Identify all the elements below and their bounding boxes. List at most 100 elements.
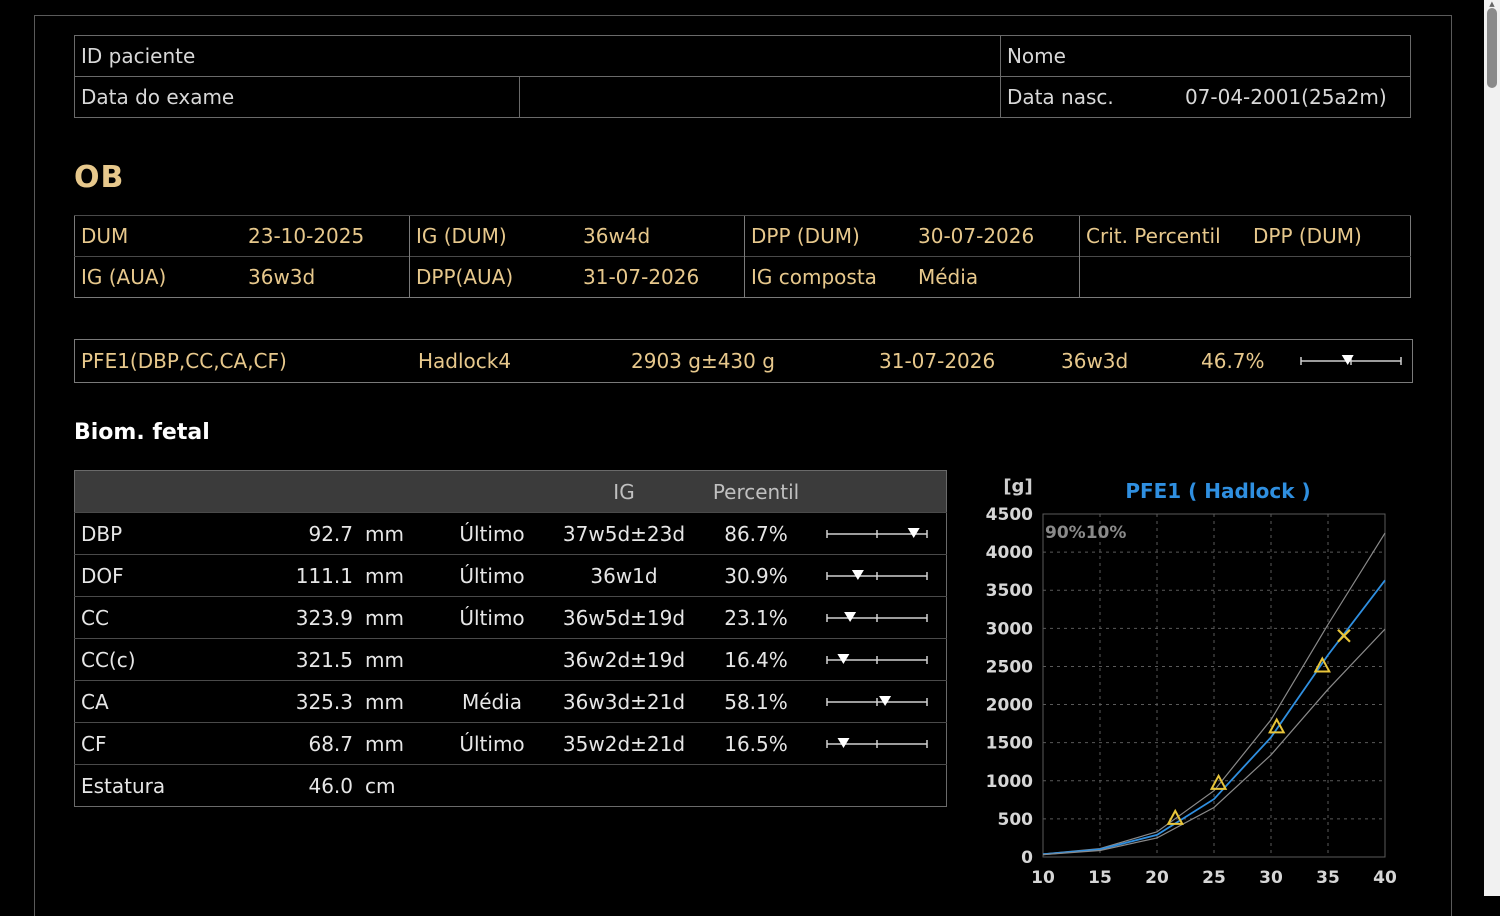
ob-table: DUM 23-10-2025 IG (DUM) 36w4d DPP (DUM) …	[74, 215, 1411, 298]
pfe-ga: 36w3d	[1061, 349, 1129, 373]
biom-title: Biom. fetal	[74, 420, 210, 445]
biom-percentil: 86.7%	[695, 512, 817, 555]
dpp-aua-value: 31-07-2026	[577, 256, 745, 298]
biom-unit: mm	[359, 596, 431, 639]
chart-xtick-label: 35	[1316, 868, 1340, 888]
pfe-percentile-bar	[1300, 355, 1402, 365]
biometry-table: IG Percentil DBP 92.7 mm Último 37w5d±23d 86.…	[74, 470, 947, 807]
chart-ytick-label: 1000	[986, 772, 1033, 792]
chart-point-triangle	[1166, 808, 1184, 825]
scroll-up-arrow-icon[interactable]: ▲	[1487, 0, 1497, 8]
percentile-marker	[837, 653, 850, 664]
biom-value: 111.1	[237, 554, 359, 597]
biom-percentil	[695, 764, 817, 807]
biom-unit: mm	[359, 554, 431, 597]
biom-method: Último	[431, 512, 553, 555]
biom-value: 68.7	[237, 722, 359, 765]
table-row: DBP 92.7 mm Último 37w5d±23d 86.7%	[74, 512, 947, 555]
col-header-percentil: Percentil	[695, 470, 817, 513]
table-row: CC(c) 321.5 mm 36w2d±19d 16.4%	[74, 638, 947, 681]
empty-cell	[1247, 256, 1411, 298]
biom-percentil: 30.9%	[695, 554, 817, 597]
ig-dum-value: 36w4d	[577, 215, 745, 257]
biom-name: CC(c)	[74, 638, 237, 681]
biom-percentil: 23.1%	[695, 596, 817, 639]
exam-date-value	[519, 76, 1001, 118]
table-row: CA 325.3 mm Média 36w3d±21d 58.1%	[74, 680, 947, 723]
patient-id-label: ID paciente	[74, 35, 1001, 77]
ig-dum-label: IG (DUM)	[409, 215, 577, 257]
biom-name: CA	[74, 680, 237, 723]
biom-method	[431, 638, 553, 681]
percentile-marker	[844, 611, 857, 622]
table-row: CC 323.9 mm Último 36w5d±19d 23.1%	[74, 596, 947, 639]
biom-percentile-bar-cell	[817, 722, 947, 765]
biom-ig	[553, 764, 695, 807]
chart-legend: 90%10%	[1045, 523, 1126, 543]
biom-value: 323.9	[237, 596, 359, 639]
biom-name: DBP	[74, 512, 237, 555]
biom-ig: 36w1d	[553, 554, 695, 597]
biom-percentil: 58.1%	[695, 680, 817, 723]
percentile-bar	[826, 653, 928, 664]
pfe-percentile: 46.7%	[1201, 349, 1265, 373]
ig-composta-label: IG composta	[744, 256, 912, 298]
percentile-marker	[1341, 355, 1354, 365]
percentile-marker	[907, 527, 920, 538]
biom-unit: mm	[359, 638, 431, 681]
chart-ytick-label: 3500	[986, 581, 1033, 601]
chart-ytick-label: 2500	[986, 657, 1033, 677]
percentile-bar	[826, 527, 928, 538]
chart-xtick-label: 10	[1031, 868, 1055, 888]
biom-value: 325.3	[237, 680, 359, 723]
pfe-date: 31-07-2026	[879, 349, 996, 373]
birth-date-label: Data nasc.	[999, 76, 1179, 118]
chart-xtick-label: 25	[1202, 868, 1226, 888]
scrollbar-thumb[interactable]	[1487, 8, 1497, 88]
pfe-label: PFE1(DBP,CC,CA,CF)	[81, 349, 287, 373]
biom-unit: mm	[359, 512, 431, 555]
pfe-weight: 2903 g±430 g	[631, 349, 775, 373]
biom-value: 46.0	[237, 764, 359, 807]
biom-value: 92.7	[237, 512, 359, 555]
biom-method	[431, 764, 553, 807]
birth-date-value: 07-04-2001(25a2m)	[1178, 76, 1411, 118]
chart-xtick-label: 15	[1088, 868, 1112, 888]
ig-aua-label: IG (AUA)	[74, 256, 242, 298]
ig-aua-value: 36w3d	[242, 256, 410, 298]
biom-name: DOF	[74, 554, 237, 597]
percentile-bar	[826, 737, 928, 748]
pfe-growth-chart: [g] PFE1 ( Hadlock ) 10 15 20 25 30 35 40 0 500 1…	[986, 476, 1397, 888]
biom-percentil: 16.4%	[695, 638, 817, 681]
biom-method: Último	[431, 596, 553, 639]
dpp-dum-label: DPP (DUM)	[744, 215, 912, 257]
chart-point-cross	[1337, 628, 1351, 643]
empty-cell	[1079, 256, 1247, 298]
percentile-marker	[879, 695, 892, 706]
chart-ytick-label: 4500	[986, 505, 1033, 525]
pfe-method: Hadlock4	[418, 349, 512, 373]
table-row: Estatura 46.0 cm	[74, 764, 947, 807]
percentile-marker	[837, 737, 850, 748]
chart-ytick-label: 2000	[986, 696, 1033, 716]
table-row: CF 68.7 mm Último 35w2d±21d 16.5%	[74, 722, 947, 765]
biom-percentile-bar-cell	[817, 512, 947, 555]
dum-value: 23-10-2025	[242, 215, 410, 257]
biom-percentile-bar-cell	[817, 680, 947, 723]
biom-percentile-bar-cell	[817, 554, 947, 597]
biom-method: Último	[431, 554, 553, 597]
chart-xtick-label: 30	[1259, 868, 1283, 888]
chart-title: PFE1 ( Hadlock )	[1125, 479, 1310, 503]
chart-xtick-label: 40	[1373, 868, 1397, 888]
biom-percentile-bar-cell	[817, 638, 947, 681]
chart-point-triangle	[1313, 656, 1331, 673]
pfe-row: PFE1(DBP,CC,CA,CF) Hadlock4 2903 g±430 g…	[74, 339, 1413, 383]
biom-name: CC	[74, 596, 237, 639]
chart-xtick-label: 20	[1145, 868, 1169, 888]
percentile-bar	[826, 611, 928, 622]
vertical-scrollbar[interactable]: ▲	[1484, 0, 1500, 896]
table-row: DOF 111.1 mm Último 36w1d 30.9%	[74, 554, 947, 597]
chart-ytick-label: 1500	[986, 734, 1033, 754]
dpp-dum-value: 30-07-2026	[912, 215, 1080, 257]
exam-date-label: Data do exame	[74, 76, 520, 118]
